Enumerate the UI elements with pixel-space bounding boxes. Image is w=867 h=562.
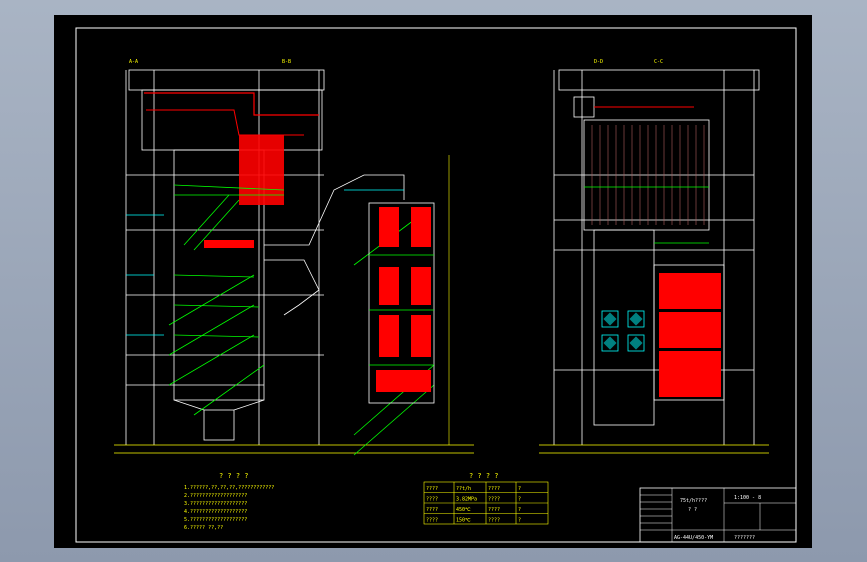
spec-cell: ???? [488,507,500,513]
note-line-2: 2.??????????????????? [184,493,247,499]
spec-cell: ???? [426,486,438,492]
side-elevation-view [539,69,769,454]
side-view-title: D-D [594,59,603,65]
spec-table-heading: ? ? ? ? [469,472,499,480]
title-scale: 1:100 - 8 [734,495,761,501]
note-line-1: 1.??????,??,??,??,???????????? [184,485,274,491]
section-b-title: B-B [282,59,291,65]
note-line-3: 3.??????????????????? [184,501,247,507]
air-heater-column [368,155,450,445]
title-company: ??????? [734,535,755,541]
title-drawing-number: AG-44U/450-YM [674,535,713,541]
spec-cell: ???? [426,518,438,524]
drawing-viewport[interactable]: A-A B-B C-C D-D ? ? ? ? 1.??????,??,??,?… [54,15,812,548]
main-elevation-view [114,69,474,454]
spec-table: ? ? ? ? ???? ??t/h????????? 3.82MPa???????… [423,472,549,525]
spec-cell: ? [518,518,521,524]
boiler-drawing: A-A B-B C-C D-D ? ? ? ? 1.??????,??,??,?… [75,27,797,543]
spec-cell: 450℃ [456,507,471,513]
spec-cell: ???? [488,518,500,524]
spec-cell: ???? [488,497,500,503]
main-view-title: A-A [129,59,138,65]
title-project: 75t/h???? [680,498,707,504]
title-drawing-name: ? ? [688,507,697,513]
spec-cell: ???? [426,497,438,503]
spec-cell: 3.82MPa [456,497,477,503]
note-line-6: 6.????? ??,?? [184,525,223,531]
title-block: 75t/h???? ? ? 1:100 - 8 AG-44U/450-YM ??… [639,487,797,543]
note-line-5: 5.??????????????????? [184,517,247,523]
spec-cell: ? [518,507,521,513]
spec-cell: ???? [426,507,438,513]
spec-cell: ? [518,497,521,503]
spec-cell: 150℃ [456,518,471,524]
section-c-title: C-C [654,59,663,65]
spec-cell: ??t/h [456,486,471,492]
notes-block: ? ? ? ? 1.??????,??,??,??,???????????? 2… [184,472,274,531]
notes-heading: ? ? ? ? [219,472,249,480]
note-line-4: 4.??????????????????? [184,509,247,515]
side-view-details [573,96,721,397]
spec-cell: ???? [488,486,500,492]
spec-cell: ? [518,486,521,492]
